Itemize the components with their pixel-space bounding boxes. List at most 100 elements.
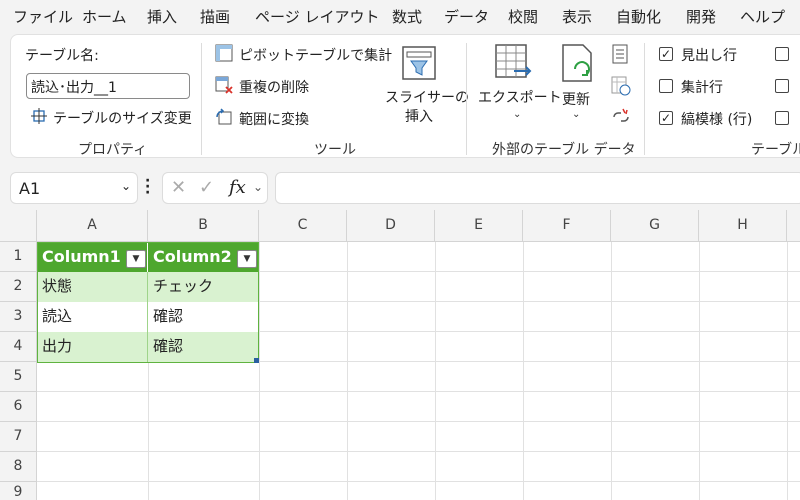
separator <box>644 43 645 155</box>
pivot-table-icon <box>215 44 233 66</box>
export-dropdown-icon[interactable]: ⌄ <box>513 109 521 120</box>
gridline <box>699 242 700 500</box>
name-box[interactable]: A1 ⌄ <box>10 172 138 204</box>
cancel-icon[interactable]: ✕ <box>171 177 186 198</box>
separator <box>466 43 467 155</box>
separator <box>201 43 202 155</box>
unlink-icon[interactable] <box>611 107 631 131</box>
column-header-d[interactable]: D <box>347 210 435 242</box>
menu-automate[interactable]: 自動化 <box>616 6 661 27</box>
remove-duplicates-icon <box>215 76 233 98</box>
filter-dropdown-icon[interactable]: ▼ <box>237 250 257 268</box>
row-header-5[interactable]: 5 <box>0 362 37 392</box>
insert-slicer-label-2: 挿入 <box>405 109 433 125</box>
header-row-checkbox[interactable]: ✓ <box>659 47 673 61</box>
column-header-a[interactable]: A <box>37 210 148 242</box>
export-icon <box>494 43 534 87</box>
table-cell[interactable]: 確認 <box>148 332 259 362</box>
slicer-icon <box>401 45 437 85</box>
menu-formulas[interactable]: 数式 <box>392 6 422 27</box>
menu-bar: ファイル ホーム 挿入 描画 ページ レイアウト 数式 データ 校閲 表示 自動… <box>0 0 800 32</box>
table-cell[interactable]: 出力 <box>37 332 148 362</box>
refresh-dropdown-icon[interactable]: ⌄ <box>572 109 580 120</box>
header-label: Column1 <box>42 247 121 266</box>
menu-page-layout[interactable]: ページ レイアウト <box>255 6 379 27</box>
insert-function-icon[interactable]: fx <box>229 177 246 198</box>
column-header-b[interactable]: B <box>148 210 259 242</box>
menu-help[interactable]: ヘルプ <box>740 6 785 27</box>
menu-review[interactable]: 校閲 <box>508 6 538 27</box>
column-header-i[interactable] <box>787 210 800 242</box>
total-row-checkbox[interactable] <box>659 79 673 93</box>
gridline <box>37 421 800 422</box>
export-button[interactable]: エクスポート <box>478 87 562 107</box>
gridline <box>347 242 348 500</box>
table-name-input[interactable]: 読込･出力__1 <box>26 73 190 99</box>
last-column-checkbox[interactable] <box>775 79 789 93</box>
gridline <box>37 481 800 482</box>
convert-range-icon <box>215 108 233 130</box>
select-all-corner[interactable] <box>0 210 37 242</box>
row-header-7[interactable]: 7 <box>0 422 37 452</box>
gridline <box>37 451 800 452</box>
open-in-browser-icon[interactable] <box>611 76 631 100</box>
insert-slicer-button[interactable]: スライサーの <box>385 87 469 107</box>
refresh-icon <box>561 43 597 87</box>
row-header-6[interactable]: 6 <box>0 392 37 422</box>
chevron-down-icon[interactable]: ⌄ <box>121 179 131 193</box>
gridline <box>523 242 524 500</box>
table-cell[interactable]: 読込 <box>37 302 148 332</box>
resize-table-icon <box>31 108 47 128</box>
menu-developer[interactable]: 開発 <box>686 6 716 27</box>
menu-file[interactable]: ファイル <box>13 6 73 27</box>
row-header-2[interactable]: 2 <box>0 272 37 302</box>
gridline <box>435 242 436 500</box>
menu-data[interactable]: データ <box>444 6 489 27</box>
column-header-f[interactable]: F <box>523 210 611 242</box>
group-label-table-style-options: テーブル <box>751 142 800 158</box>
banded-rows-checkbox[interactable]: ✓ <box>659 111 673 125</box>
refresh-button[interactable]: 更新 <box>562 89 590 109</box>
menu-insert[interactable]: 挿入 <box>147 6 177 27</box>
gridline <box>611 242 612 500</box>
formula-bar: A1 ⌄ · · · ✕ ✓ fx ⌄ <box>0 166 800 210</box>
ribbon: テーブル名: 読込･出力__1 テーブルのサイズ変更 プロパティ ピボットテーブ… <box>10 34 800 158</box>
more-options-icon[interactable]: · · · <box>145 174 150 200</box>
row-header-4[interactable]: 4 <box>0 332 37 362</box>
menu-home[interactable]: ホーム <box>82 6 127 27</box>
cell-reference: A1 <box>19 179 41 198</box>
column-header-h[interactable]: H <box>699 210 787 242</box>
table-cell[interactable]: チェック <box>148 272 259 302</box>
formula-buttons: ✕ ✓ fx ⌄ <box>162 172 268 204</box>
chevron-down-icon[interactable]: ⌄ <box>253 180 263 194</box>
table-cell[interactable]: 確認 <box>148 302 259 332</box>
pivot-summary-button[interactable]: ピボットテーブルで集計 <box>239 45 392 65</box>
group-label-properties: プロパティ <box>78 142 148 158</box>
filter-dropdown-icon[interactable]: ▼ <box>126 250 146 268</box>
header-row-label: 見出し行 <box>681 48 737 64</box>
header-label: Column2 <box>153 247 232 266</box>
column-header-e[interactable]: E <box>435 210 523 242</box>
table-resize-handle[interactable] <box>254 358 259 363</box>
menu-draw[interactable]: 描画 <box>200 6 230 27</box>
column-header-g[interactable]: G <box>611 210 699 242</box>
remove-duplicates-button[interactable]: 重複の削除 <box>239 77 309 97</box>
group-label-tools: ツール <box>314 142 356 158</box>
row-header-8[interactable]: 8 <box>0 452 37 482</box>
convert-to-range-button[interactable]: 範囲に変換 <box>239 109 309 129</box>
properties-icon[interactable] <box>611 44 629 68</box>
row-header-9[interactable]: 9 <box>0 482 37 500</box>
worksheet-grid: A B C D E F G H 1 2 3 4 5 6 7 8 9 Column… <box>0 210 800 500</box>
resize-table-button[interactable]: テーブルのサイズ変更 <box>53 108 192 128</box>
menu-view[interactable]: 表示 <box>562 6 592 27</box>
first-column-checkbox[interactable] <box>775 47 789 61</box>
banded-columns-checkbox[interactable] <box>775 111 789 125</box>
row-header-3[interactable]: 3 <box>0 302 37 332</box>
formula-input[interactable] <box>275 172 800 204</box>
banded-rows-label: 縞模様 (行) <box>681 112 753 128</box>
column-header-c[interactable]: C <box>259 210 347 242</box>
table-name-label: テーブル名: <box>25 48 99 64</box>
row-header-1[interactable]: 1 <box>0 242 37 272</box>
enter-icon[interactable]: ✓ <box>199 177 214 198</box>
table-cell[interactable]: 状態 <box>37 272 148 302</box>
